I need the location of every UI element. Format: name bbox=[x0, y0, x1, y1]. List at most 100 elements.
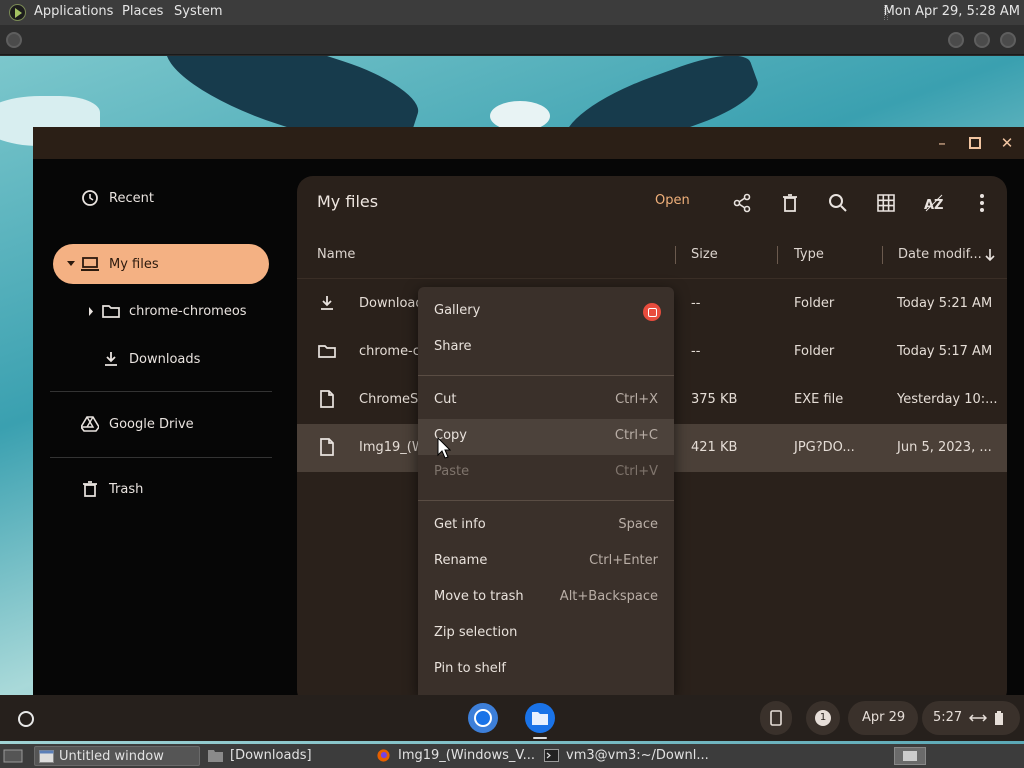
column-header-size[interactable]: Size bbox=[691, 247, 718, 262]
vm-close-icon[interactable] bbox=[1000, 32, 1016, 48]
search-icon[interactable] bbox=[826, 191, 850, 215]
status-tray-button[interactable]: 5:27 bbox=[922, 701, 1020, 735]
vm-maximize-icon[interactable] bbox=[974, 32, 990, 48]
column-header-date[interactable]: Date modif... bbox=[898, 247, 982, 262]
sidebar-divider bbox=[50, 457, 272, 458]
download-icon bbox=[105, 352, 117, 366]
maximize-icon[interactable] bbox=[963, 131, 987, 155]
shelf-date: Apr 29 bbox=[862, 710, 906, 725]
menu-item-shortcut: Alt+Backspace bbox=[559, 589, 658, 604]
files-app-icon[interactable] bbox=[524, 702, 556, 734]
phone-hub-button[interactable] bbox=[760, 701, 792, 735]
file-size: -- bbox=[691, 344, 701, 359]
sort-icon[interactable]: AZ bbox=[922, 191, 946, 215]
vm-minimize-icon[interactable] bbox=[948, 32, 964, 48]
file-date: Today 5:17 AM bbox=[897, 344, 993, 359]
calendar-date-button[interactable]: Apr 29 bbox=[848, 701, 918, 735]
menu-item-label: Move to trash bbox=[434, 589, 524, 604]
open-button[interactable]: Open bbox=[655, 193, 690, 208]
file-size: 375 KB bbox=[691, 392, 738, 407]
menu-item-copy[interactable]: Copy Ctrl+C bbox=[418, 419, 674, 455]
menu-item-paste[interactable]: Paste Ctrl+V bbox=[418, 455, 674, 491]
column-divider[interactable] bbox=[675, 246, 676, 264]
sidebar-item-my-files[interactable]: My files bbox=[53, 244, 269, 284]
firefox-icon bbox=[377, 749, 390, 762]
sidebar-item-chrome-chromeos[interactable]: chrome-chromeos bbox=[88, 291, 278, 331]
menu-item-label: Pin to shelf bbox=[434, 661, 506, 676]
file-size: 421 KB bbox=[691, 440, 738, 455]
task-terminal[interactable]: vm3@vm3:~/Downl... bbox=[540, 746, 709, 766]
notification-button[interactable]: 1 bbox=[806, 701, 840, 735]
menu-item-get-info[interactable]: Get info Space bbox=[418, 508, 674, 544]
menu-item-cut[interactable]: Cut Ctrl+X bbox=[418, 383, 674, 419]
menu-applications[interactable]: Applications bbox=[34, 4, 113, 19]
folder-icon bbox=[102, 305, 120, 318]
column-header-name[interactable]: Name bbox=[317, 247, 355, 262]
chevron-down-icon[interactable] bbox=[66, 260, 76, 268]
task-downloads[interactable]: [Downloads] bbox=[204, 746, 370, 766]
task-firefox-image[interactable]: Img19_(Windows_V... bbox=[372, 746, 538, 766]
folder-icon bbox=[208, 750, 223, 762]
file-date: Jun 5, 2023, ... bbox=[897, 440, 992, 455]
sidebar-item-google-drive[interactable]: Google Drive bbox=[81, 404, 281, 444]
workspace-switcher[interactable] bbox=[894, 747, 926, 765]
sidebar-item-downloads[interactable]: Downloads bbox=[102, 339, 272, 379]
drive-icon bbox=[81, 416, 99, 432]
menu-item-pin-to-shelf[interactable]: Pin to shelf bbox=[418, 652, 674, 688]
distro-logo-icon[interactable] bbox=[9, 4, 26, 21]
panel-clock[interactable]: Mon Apr 29, 5:28 AM bbox=[884, 4, 1020, 19]
column-divider[interactable] bbox=[882, 246, 883, 264]
menu-item-label: Get info bbox=[434, 517, 486, 532]
phone-icon bbox=[770, 710, 782, 726]
menu-item-label: Zip selection bbox=[434, 625, 518, 640]
menu-item-label: Share bbox=[434, 339, 472, 354]
column-header-type[interactable]: Type bbox=[794, 247, 824, 262]
sidebar-item-recent[interactable]: Recent bbox=[81, 178, 281, 218]
file-icon bbox=[320, 390, 334, 408]
vm-menu-icon[interactable] bbox=[6, 32, 22, 48]
task-label: vm3@vm3:~/Downl... bbox=[566, 748, 709, 763]
running-indicator bbox=[533, 737, 547, 739]
show-desktop-icon[interactable] bbox=[3, 748, 23, 764]
terminal-icon bbox=[544, 749, 559, 762]
menu-item-zip-selection[interactable]: Zip selection bbox=[418, 616, 674, 652]
close-icon[interactable]: ✕ bbox=[995, 131, 1019, 155]
task-label: Untitled window bbox=[59, 749, 164, 764]
menu-item-label: Rename bbox=[434, 553, 488, 568]
task-untitled-window[interactable]: Untitled window bbox=[34, 746, 200, 766]
sort-descending-icon[interactable] bbox=[984, 248, 996, 262]
task-label: [Downloads] bbox=[230, 748, 312, 763]
chrome-browser-icon[interactable] bbox=[467, 702, 499, 734]
page-title: My files bbox=[317, 192, 379, 211]
shelf-time: 5:27 bbox=[933, 710, 963, 725]
folder-icon bbox=[318, 345, 336, 358]
mouse-pointer-icon bbox=[437, 437, 451, 459]
chevron-right-icon[interactable] bbox=[88, 307, 94, 316]
menu-item-shortcut: Ctrl+V bbox=[615, 464, 658, 479]
delete-icon[interactable] bbox=[778, 191, 802, 215]
grid-view-icon[interactable] bbox=[874, 191, 898, 215]
menu-item-gallery[interactable]: Gallery bbox=[418, 294, 674, 330]
vm-viewer-toolbar bbox=[0, 25, 1024, 55]
menu-separator bbox=[418, 500, 674, 501]
file-type: JPG?DO... bbox=[794, 440, 855, 455]
menu-item-share[interactable]: Share bbox=[418, 330, 674, 366]
sidebar-item-label: Trash bbox=[109, 481, 144, 497]
sidebar-item-label: Recent bbox=[109, 190, 154, 206]
launcher-icon[interactable] bbox=[11, 704, 39, 732]
share-icon[interactable] bbox=[730, 191, 754, 215]
menu-places[interactable]: Places bbox=[122, 4, 163, 19]
menu-item-move-to-trash[interactable]: Move to trash Alt+Backspace bbox=[418, 580, 674, 616]
file-size: -- bbox=[691, 296, 701, 311]
menu-item-shortcut: Ctrl+C bbox=[614, 428, 658, 443]
sidebar-item-trash[interactable]: Trash bbox=[81, 469, 281, 509]
header-divider bbox=[297, 278, 1007, 279]
column-divider[interactable] bbox=[777, 246, 778, 264]
file-type: Folder bbox=[794, 344, 835, 359]
more-icon[interactable] bbox=[970, 191, 994, 215]
menu-item-rename[interactable]: Rename Ctrl+Enter bbox=[418, 544, 674, 580]
file-type: EXE file bbox=[794, 392, 844, 407]
menu-system[interactable]: System bbox=[174, 4, 222, 19]
sidebar-item-label: Downloads bbox=[129, 351, 201, 367]
minimize-icon[interactable]: – bbox=[930, 131, 954, 155]
